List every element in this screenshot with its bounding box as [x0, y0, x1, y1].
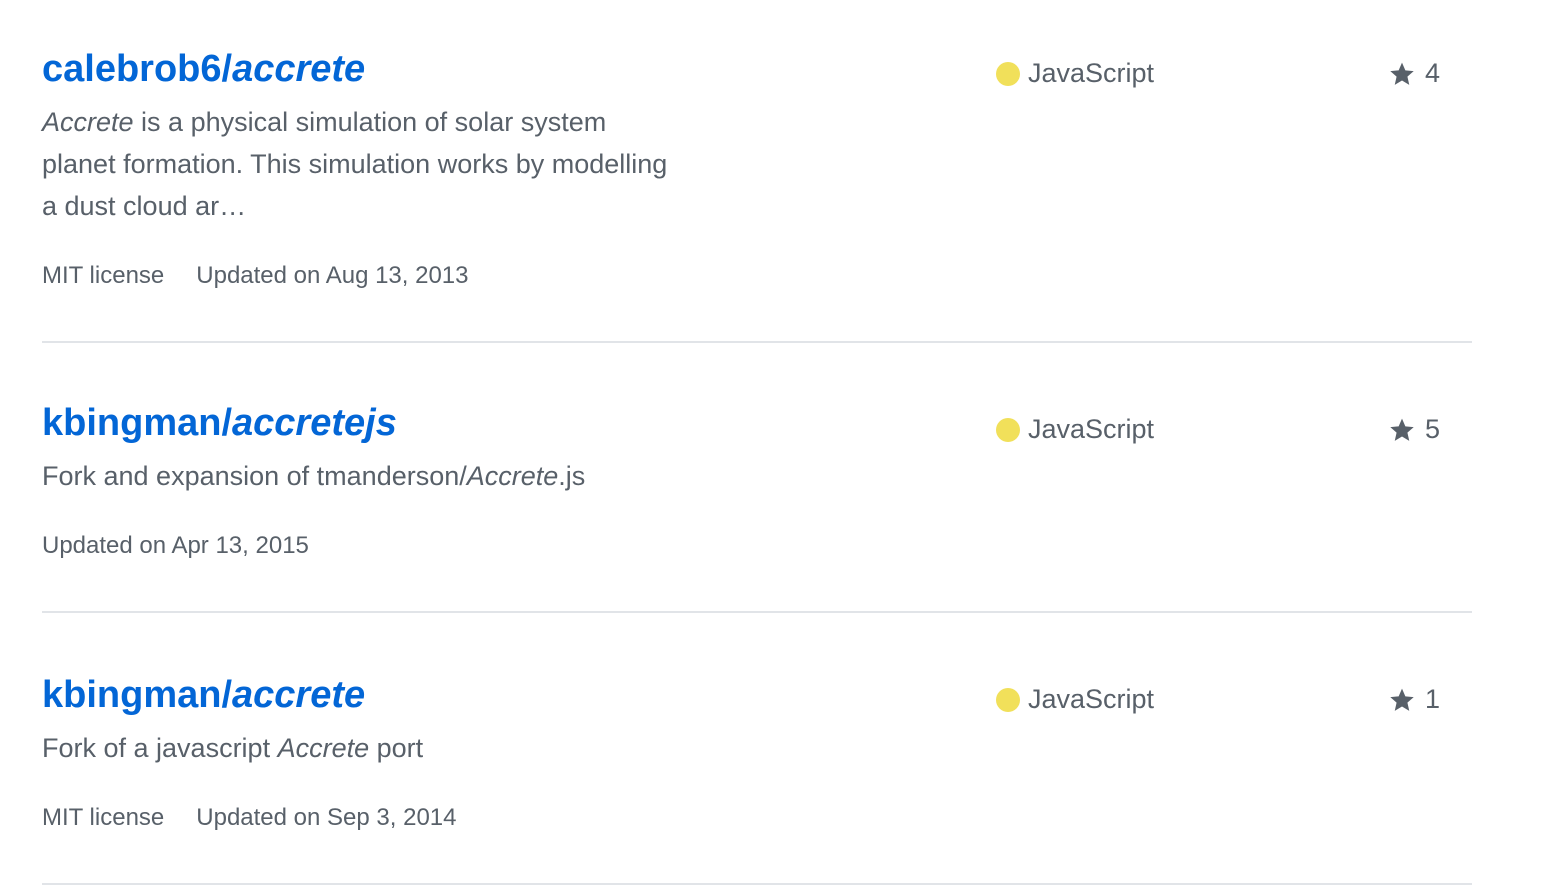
language-color-dot [996, 687, 1020, 712]
star-count: 5 [1424, 414, 1440, 444]
description-emphasis: Accrete [277, 733, 370, 763]
description-emphasis: Accrete [466, 461, 559, 491]
star-count: 4 [1424, 58, 1440, 88]
updated-date: Updated on Sep 3, 2014 [196, 804, 457, 831]
language-color-dot [996, 61, 1020, 86]
repo-list-item: kbingman/accretejs Fork and expansion of… [42, 344, 1472, 614]
description-text: .js [558, 461, 586, 491]
star-icon [1390, 688, 1414, 711]
repo-name: accretejs [232, 402, 397, 444]
repo-owner: calebrob6/ [42, 48, 233, 90]
language-color-dot [996, 417, 1020, 442]
description-text: is a physical simulation of solar system… [42, 107, 668, 221]
language-name: JavaScript [1028, 684, 1155, 714]
description-text: port [369, 733, 424, 763]
repo-meta: MIT license Updated on Aug 13, 2013 [42, 262, 469, 290]
star-icon [1390, 418, 1414, 441]
repo-meta: Updated on Apr 13, 2015 [42, 532, 309, 560]
updated-date: Updated on Aug 13, 2013 [196, 262, 469, 289]
repo-owner: kbingman/ [42, 674, 233, 716]
language-name: JavaScript [1028, 414, 1155, 444]
language-label: JavaScript [996, 58, 1154, 89]
repo-owner: kbingman/ [42, 402, 233, 444]
repo-description: Fork and expansion of tmanderson/Accrete… [42, 455, 942, 497]
language-label: JavaScript [996, 414, 1154, 445]
divider [42, 611, 1472, 613]
repo-description: Fork of a javascript Accrete port [42, 727, 942, 769]
repo-name: accrete [232, 48, 366, 90]
license-label: MIT license [42, 262, 165, 289]
language-label: JavaScript [996, 684, 1154, 715]
license-label: MIT license [42, 804, 165, 831]
stargazers-link[interactable]: 1 [1389, 684, 1440, 715]
repo-name: accrete [232, 674, 366, 716]
repo-list-item: kbingman/accrete Fork of a javascript Ac… [42, 614, 1472, 886]
language-name: JavaScript [1028, 58, 1155, 88]
divider [42, 341, 1472, 343]
repo-title-link[interactable]: kbingman/accrete [42, 673, 365, 719]
stargazers-link[interactable]: 4 [1389, 58, 1440, 89]
star-icon [1390, 62, 1414, 85]
repo-meta: MIT license Updated on Sep 3, 2014 [42, 804, 456, 832]
repo-title-link[interactable]: calebrob6/accrete [42, 47, 365, 93]
star-count: 1 [1424, 684, 1440, 714]
description-text: Fork of a javascript [42, 733, 278, 763]
divider [42, 883, 1472, 885]
description-emphasis: Accrete [42, 107, 134, 137]
stargazers-link[interactable]: 5 [1389, 414, 1440, 445]
description-text: Fork and expansion of tmanderson/ [42, 461, 467, 491]
repo-description: Accrete is a physical simulation of sola… [42, 101, 682, 227]
repo-title-link[interactable]: kbingman/accretejs [42, 401, 397, 447]
repo-list-item: calebrob6/accrete Accrete is a physical … [42, 0, 1472, 344]
updated-date: Updated on Apr 13, 2015 [42, 532, 309, 559]
